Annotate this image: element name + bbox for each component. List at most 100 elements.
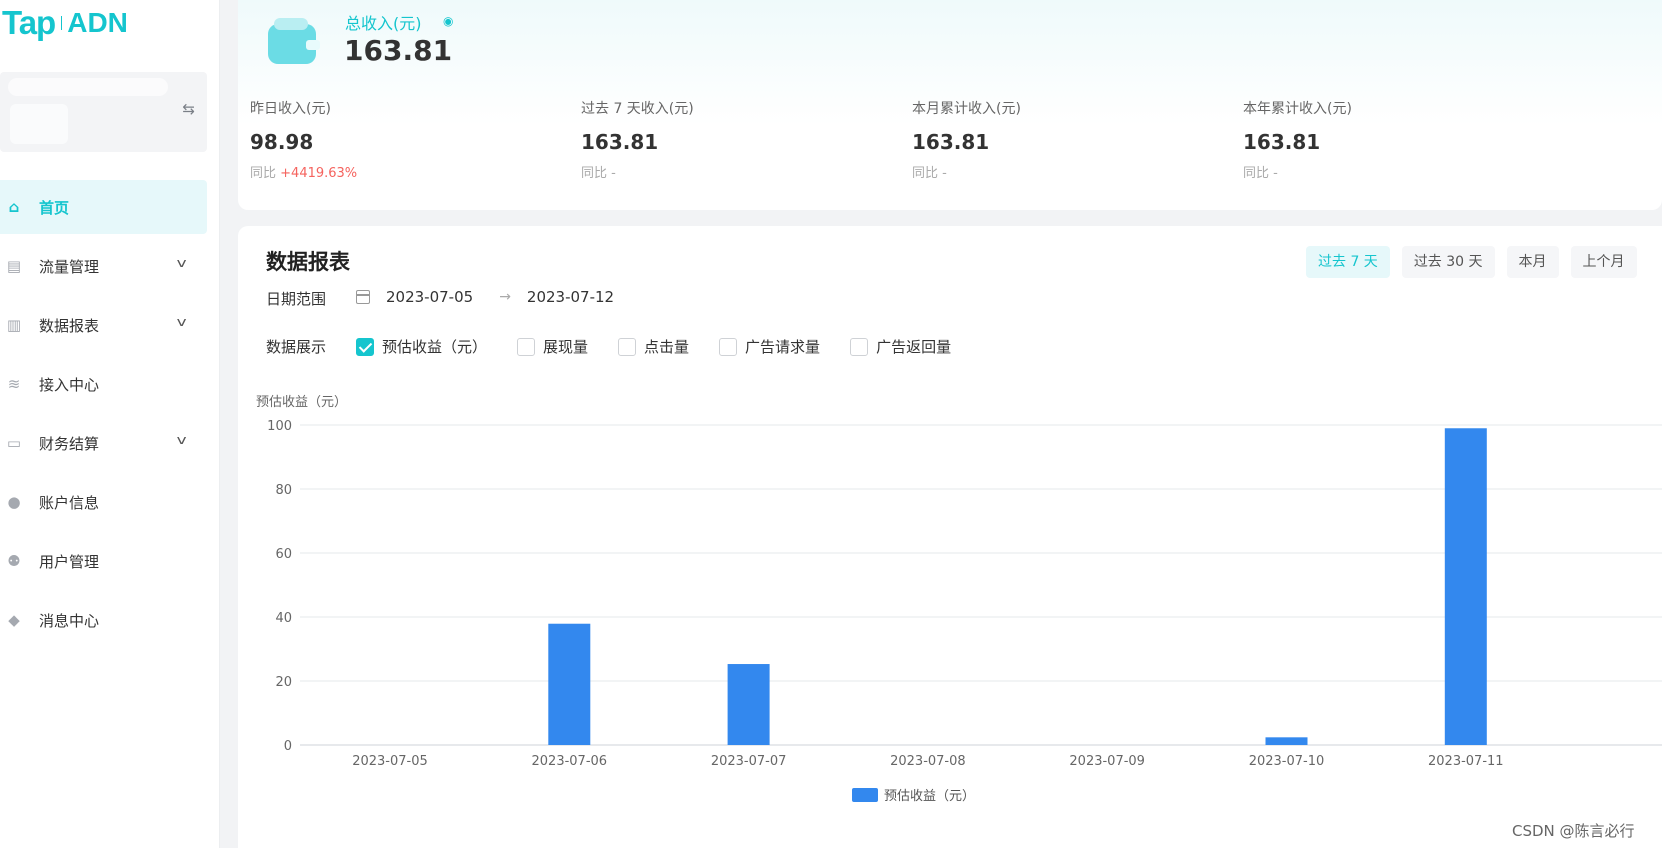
stat-label: 过去 7 天收入(元) bbox=[581, 101, 694, 117]
checkbox[interactable] bbox=[356, 337, 374, 356]
revenue-stat: 本月累计收入(元) 163.81 同比 - bbox=[912, 98, 1021, 181]
bar bbox=[548, 623, 591, 745]
date-end[interactable]: 2023-07-12 bbox=[527, 288, 614, 306]
x-tick-label: 2023-07-10 bbox=[1249, 754, 1325, 769]
sidebar-item-3[interactable]: ≋ 接入中心 bbox=[0, 357, 207, 411]
revenue-stat: 本年累计收入(元) 163.81 同比 - bbox=[1243, 98, 1352, 181]
stat-value: 98.98 bbox=[250, 130, 314, 154]
report-icon: ▥ bbox=[6, 316, 22, 334]
y-tick-label: 40 bbox=[275, 611, 292, 626]
compare-value: - bbox=[611, 166, 616, 181]
metric-label: 预估收益（元） bbox=[382, 338, 488, 356]
y-tick-label: 0 bbox=[284, 739, 292, 754]
stat-compare: 同比 - bbox=[1243, 162, 1352, 181]
compare-value: - bbox=[1273, 166, 1278, 181]
metric-label: 广告返回量 bbox=[876, 338, 952, 356]
bell-icon: ◆ bbox=[8, 611, 20, 629]
stat-value: 163.81 bbox=[1243, 130, 1321, 154]
sidebar-item-label: 接入中心 bbox=[39, 375, 100, 394]
calendar-icon bbox=[356, 290, 370, 304]
checkbox[interactable] bbox=[517, 337, 536, 356]
x-tick-label: 2023-07-11 bbox=[1428, 754, 1504, 769]
range-tab[interactable]: 过去 7 天 bbox=[1306, 246, 1390, 278]
sidebar-item-0[interactable]: ⌂ 首页 bbox=[0, 180, 207, 234]
y-tick-label: 100 bbox=[267, 419, 292, 434]
checkbox[interactable] bbox=[719, 337, 738, 356]
sidebar-item-4[interactable]: ▭ 财务结算 v bbox=[0, 416, 207, 470]
data-display-label: 数据展示 bbox=[266, 338, 327, 356]
sidebar-item-label: 首页 bbox=[39, 198, 70, 217]
date-start[interactable]: 2023-07-05 bbox=[386, 288, 473, 306]
stat-value: 163.81 bbox=[912, 130, 990, 154]
bar bbox=[727, 664, 770, 745]
metric-checkbox[interactable]: 展现量 bbox=[517, 336, 588, 357]
y-tick-label: 60 bbox=[275, 547, 292, 562]
data-report-card: 数据报表 过去 7 天过去 30 天本月 上个月 日期范围 2023-07-05 … bbox=[238, 226, 1662, 848]
switch-account-icon[interactable]: ⇆ bbox=[182, 100, 195, 118]
sidebar-item-5[interactable]: ● 账户信息 bbox=[0, 475, 207, 529]
account-switcher[interactable]: ⇆ bbox=[0, 72, 207, 152]
x-tick-label: 2023-07-06 bbox=[532, 754, 608, 769]
bar bbox=[1265, 737, 1308, 745]
metric-checkbox[interactable]: 预估收益（元） bbox=[356, 336, 487, 357]
metric-label: 展现量 bbox=[543, 338, 589, 356]
sidebar-item-label: 流量管理 bbox=[39, 257, 100, 276]
checkbox[interactable] bbox=[618, 337, 637, 356]
metric-checkboxes: 预估收益（元） 展现量 点击量 广告请求量 广告返回量 bbox=[356, 336, 981, 357]
users-icon: ⚉ bbox=[7, 552, 21, 570]
metric-checkbox[interactable]: 广告请求量 bbox=[719, 336, 820, 357]
revenue-summary-card: 总收入(元) ◉ 163.81 昨日收入(元) 98.98 同比 +4419.63%… bbox=[238, 0, 1662, 210]
stat-label: 本年累计收入(元) bbox=[1243, 101, 1352, 117]
logo-tap-text: Tap bbox=[2, 4, 56, 41]
sidebar-item-1[interactable]: ▤ 流量管理 v bbox=[0, 239, 207, 293]
chevron-down-icon[interactable]: v bbox=[176, 433, 186, 447]
metric-label: 点击量 bbox=[644, 338, 690, 356]
legend-label: 预估收益（元） bbox=[884, 789, 975, 804]
sidebar-item-label: 账户信息 bbox=[39, 493, 100, 512]
wallet-icon bbox=[268, 18, 320, 64]
chevron-down-icon[interactable]: v bbox=[176, 315, 186, 329]
stat-compare: 同比 - bbox=[581, 162, 694, 181]
eye-icon[interactable]: ◉ bbox=[443, 14, 453, 28]
sidebar-item-label: 消息中心 bbox=[39, 611, 100, 630]
stat-label: 昨日收入(元) bbox=[250, 101, 331, 117]
logo-adn-text: ADN bbox=[67, 7, 128, 38]
sidebar-item-label: 用户管理 bbox=[39, 552, 100, 571]
y-axis-title: 预估收益（元） bbox=[256, 395, 347, 410]
sidebar-item-7[interactable]: ◆ 消息中心 bbox=[0, 593, 207, 647]
compare-value: +4419.63% bbox=[280, 166, 358, 181]
metric-checkbox[interactable]: 广告返回量 bbox=[850, 336, 951, 357]
user-icon: ● bbox=[7, 493, 21, 511]
account-avatar-blurred bbox=[10, 104, 68, 144]
sidebar-item-2[interactable]: ▥ 数据报表 v bbox=[0, 298, 207, 352]
revenue-bar-chart: 预估收益（元） 0 20 40 60 80 100 2023-07-05 2023-07-06 2… bbox=[256, 395, 1662, 804]
sidebar-item-6[interactable]: ⚉ 用户管理 bbox=[0, 534, 207, 588]
revenue-stat: 过去 7 天收入(元) 163.81 同比 - bbox=[581, 98, 694, 181]
logo-divider bbox=[61, 16, 63, 30]
traffic-icon: ▤ bbox=[6, 257, 22, 275]
compare-prefix: 同比 bbox=[1243, 166, 1270, 181]
layers-icon: ≋ bbox=[7, 375, 21, 393]
sidebar-item-label: 财务结算 bbox=[39, 434, 100, 453]
sidebar: Tap ADN ⇆ ⌂ 首页 ▤ 流量管理 v ▥ 数据报表 v ≋ 接入中心 ▭ 财务结算 v ● 账户信… bbox=[0, 0, 220, 848]
range-tabs: 过去 7 天过去 30 天本月 上个月 bbox=[1306, 246, 1649, 278]
range-tab[interactable]: 上个月 bbox=[1570, 246, 1637, 278]
range-tab[interactable]: 本月 bbox=[1506, 246, 1559, 278]
report-title: 数据报表 bbox=[266, 250, 350, 274]
x-tick-label: 2023-07-09 bbox=[1069, 754, 1145, 769]
account-name-blurred bbox=[8, 78, 168, 96]
x-tick-label: 2023-07-07 bbox=[711, 754, 787, 769]
stat-value: 163.81 bbox=[581, 130, 659, 154]
revenue-stat: 昨日收入(元) 98.98 同比 +4419.63% bbox=[250, 98, 357, 181]
metric-label: 广告请求量 bbox=[745, 338, 821, 356]
metric-checkbox[interactable]: 点击量 bbox=[618, 336, 689, 357]
tapadn-logo[interactable]: Tap ADN bbox=[2, 4, 128, 42]
chevron-down-icon[interactable]: v bbox=[176, 256, 186, 270]
date-range-picker[interactable]: 2023-07-05 → 2023-07-12 bbox=[356, 288, 614, 306]
stat-compare: 同比 - bbox=[912, 162, 1021, 181]
compare-prefix: 同比 bbox=[912, 166, 939, 181]
watermark-text: CSDN @陈言必行 bbox=[1512, 822, 1635, 840]
checkbox[interactable] bbox=[850, 337, 869, 356]
range-tab[interactable]: 过去 30 天 bbox=[1401, 246, 1495, 278]
sidebar-item-label: 数据报表 bbox=[39, 316, 100, 335]
